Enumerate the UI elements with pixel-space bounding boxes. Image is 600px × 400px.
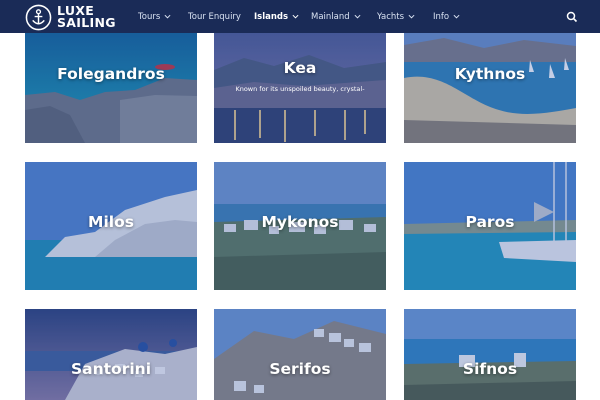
chevron-down-icon <box>164 14 171 19</box>
card-overlay <box>25 309 197 400</box>
island-description: Known for its unspoiled beauty, crystal- <box>235 85 365 93</box>
island-name: Sifnos <box>462 360 518 378</box>
island-name: Kea <box>283 59 317 77</box>
nav-label: Info <box>433 11 450 22</box>
nav-tour-enquiry[interactable]: Tour Enquiry <box>188 12 241 22</box>
island-name: Mykonos <box>261 213 339 231</box>
island-card-milos[interactable]: Milos <box>25 162 197 290</box>
nav-tours[interactable]: Tours <box>138 12 171 22</box>
card-overlay <box>214 309 386 400</box>
island-name: Santorini <box>70 360 152 378</box>
nav-info[interactable]: Info <box>433 12 460 22</box>
logo-line2: SAILING <box>57 15 116 30</box>
top-navbar: LUXE SAILING Tours Tour Enquiry Islands … <box>0 0 600 33</box>
chevron-down-icon <box>408 14 415 19</box>
nav-label: Islands <box>254 11 289 22</box>
nav-mainland[interactable]: Mainland <box>311 12 361 22</box>
island-name: Paros <box>465 213 515 231</box>
island-name: Serifos <box>269 360 331 378</box>
chevron-down-icon <box>292 14 299 19</box>
nav-label: Tour Enquiry <box>188 11 241 22</box>
search-icon[interactable] <box>566 11 578 23</box>
island-card-mykonos[interactable]: Mykonos <box>214 162 386 290</box>
chevron-down-icon <box>354 14 361 19</box>
nav-label: Yachts <box>377 11 405 22</box>
island-card-serifos[interactable]: Serifos <box>214 309 386 400</box>
card-overlay <box>404 309 576 400</box>
nav-yachts[interactable]: Yachts <box>377 12 415 22</box>
site-logo[interactable]: LUXE SAILING <box>25 3 116 31</box>
nav-label: Mainland <box>311 11 350 22</box>
island-name: Kythnos <box>454 65 526 83</box>
logo-wordmark: LUXE SAILING <box>57 4 116 30</box>
island-name: Folegandros <box>57 65 165 83</box>
island-card-sifnos[interactable]: Sifnos <box>404 309 576 400</box>
chevron-down-icon <box>453 14 460 19</box>
anchor-logo-icon <box>25 4 52 30</box>
nav-islands[interactable]: Islands <box>254 12 299 22</box>
island-name: Milos <box>88 213 134 231</box>
island-card-paros[interactable]: Paros <box>404 162 576 290</box>
nav-label: Tours <box>138 11 161 22</box>
islands-grid: Folegandros Kea Known for its unspoiled … <box>0 0 600 400</box>
island-card-santorini[interactable]: Santorini <box>25 309 197 400</box>
